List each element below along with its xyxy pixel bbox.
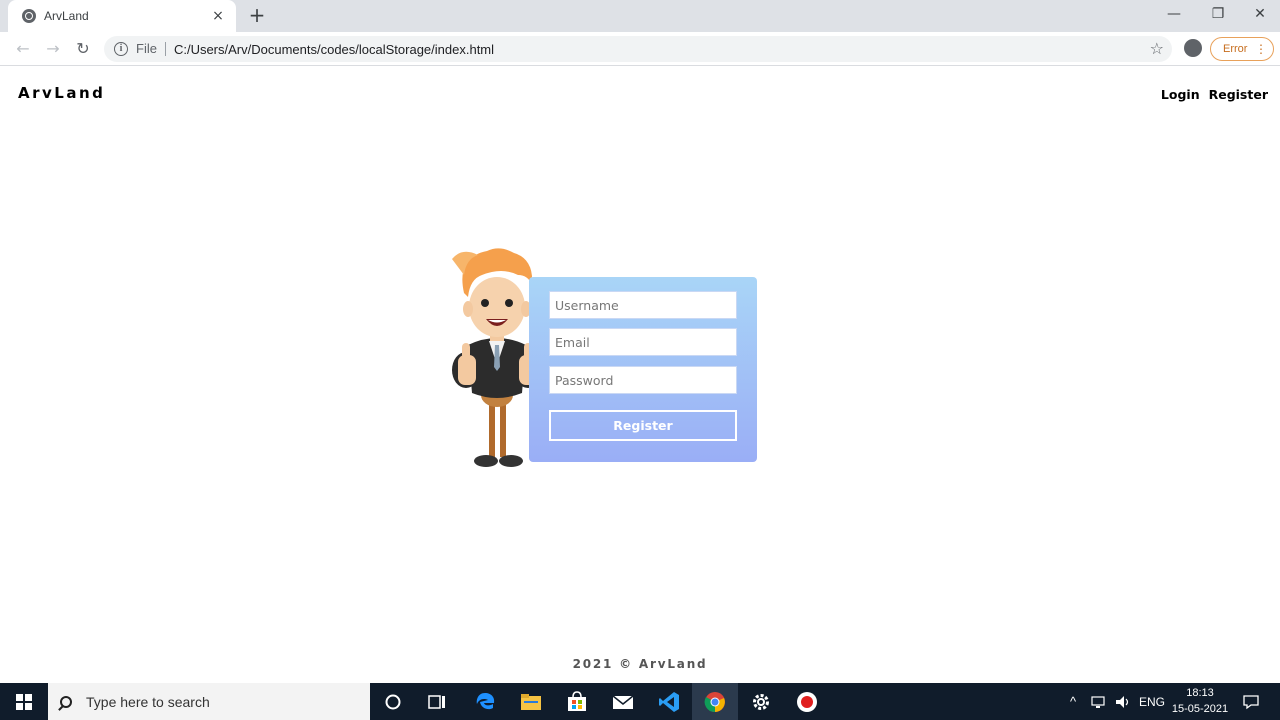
error-button[interactable]: Error ⋮: [1210, 37, 1274, 61]
profile-avatar-icon[interactable]: [1184, 39, 1202, 57]
url-text[interactable]: C:/Users/Arv/Documents/codes/localStorag…: [174, 42, 494, 57]
close-window-button[interactable]: ✕: [1238, 0, 1280, 30]
network-icon[interactable]: [1090, 683, 1108, 720]
taskbar-search-box[interactable]: Type here to search: [48, 683, 370, 720]
nav-login-link[interactable]: Login: [1161, 87, 1200, 102]
settings-gear-icon[interactable]: [738, 683, 784, 720]
address-bar[interactable]: i File C:/Users/Arv/Documents/codes/loca…: [104, 36, 1172, 62]
language-indicator[interactable]: ENG: [1139, 683, 1165, 720]
minimize-button[interactable]: —: [1152, 0, 1196, 30]
nav-register-link[interactable]: Register: [1209, 87, 1268, 102]
reload-icon[interactable]: ↻: [72, 38, 94, 60]
vscode-icon[interactable]: [646, 683, 692, 720]
windows-taskbar: Type here to search ^ ENG 18:13 15-05-20…: [0, 683, 1280, 720]
tab-title: ArvLand: [44, 9, 89, 23]
screen-recorder-icon[interactable]: [784, 683, 830, 720]
brand-logo[interactable]: ArvLand: [18, 84, 105, 102]
error-label: Error: [1223, 43, 1248, 55]
new-tab-button[interactable]: +: [246, 4, 268, 26]
taskbar-search-placeholder: Type here to search: [86, 693, 210, 710]
forward-arrow-icon[interactable]: →: [42, 38, 64, 60]
page-footer: 2021 © ArvLand: [572, 657, 708, 671]
search-icon: [60, 695, 72, 708]
register-form-card: Register: [529, 277, 757, 462]
chrome-icon[interactable]: [692, 683, 738, 720]
page-viewport: ArvLand Login Register Username Email Re…: [4, 67, 1276, 683]
bookmark-star-icon[interactable]: ☆: [1150, 39, 1164, 58]
menu-dots-icon[interactable]: ⋮: [1255, 38, 1267, 60]
restore-button[interactable]: ❐: [1196, 0, 1240, 30]
edge-browser-icon[interactable]: [462, 683, 508, 720]
tray-overflow-chevron-icon[interactable]: ^: [1070, 683, 1076, 720]
task-view-icon[interactable]: [414, 683, 460, 720]
clock-date: 15-05-2021: [1171, 703, 1229, 715]
top-nav: Login Register: [1161, 87, 1268, 102]
mail-icon[interactable]: [600, 683, 646, 720]
username-input[interactable]: [549, 291, 737, 319]
password-input[interactable]: [549, 366, 737, 394]
file-explorer-icon[interactable]: [508, 683, 554, 720]
windows-logo-icon: [16, 693, 32, 710]
notification-center-icon[interactable]: [1242, 683, 1260, 720]
register-submit-button[interactable]: Register: [549, 410, 737, 441]
page-scrollbar[interactable]: [1276, 67, 1280, 683]
clock-time: 18:13: [1186, 687, 1214, 699]
url-scheme-label: File: [136, 42, 166, 56]
browser-tab[interactable]: ArvLand ×: [8, 0, 236, 32]
cortana-icon[interactable]: [370, 683, 416, 720]
volume-icon[interactable]: [1114, 683, 1132, 720]
browser-tab-bar: ArvLand × + — ❐ ✕: [0, 0, 1280, 32]
back-arrow-icon[interactable]: ←: [12, 38, 34, 60]
browser-toolbar: ← → ↻ i File C:/Users/Arv/Documents/code…: [0, 32, 1280, 66]
info-icon[interactable]: i: [114, 42, 128, 56]
start-button[interactable]: [0, 683, 48, 720]
taskbar-clock[interactable]: 18:13 15-05-2021: [1170, 685, 1230, 717]
globe-icon: [22, 9, 36, 23]
store-icon[interactable]: [554, 683, 600, 720]
email-input[interactable]: [549, 328, 737, 356]
tab-close-icon[interactable]: ×: [206, 8, 230, 24]
